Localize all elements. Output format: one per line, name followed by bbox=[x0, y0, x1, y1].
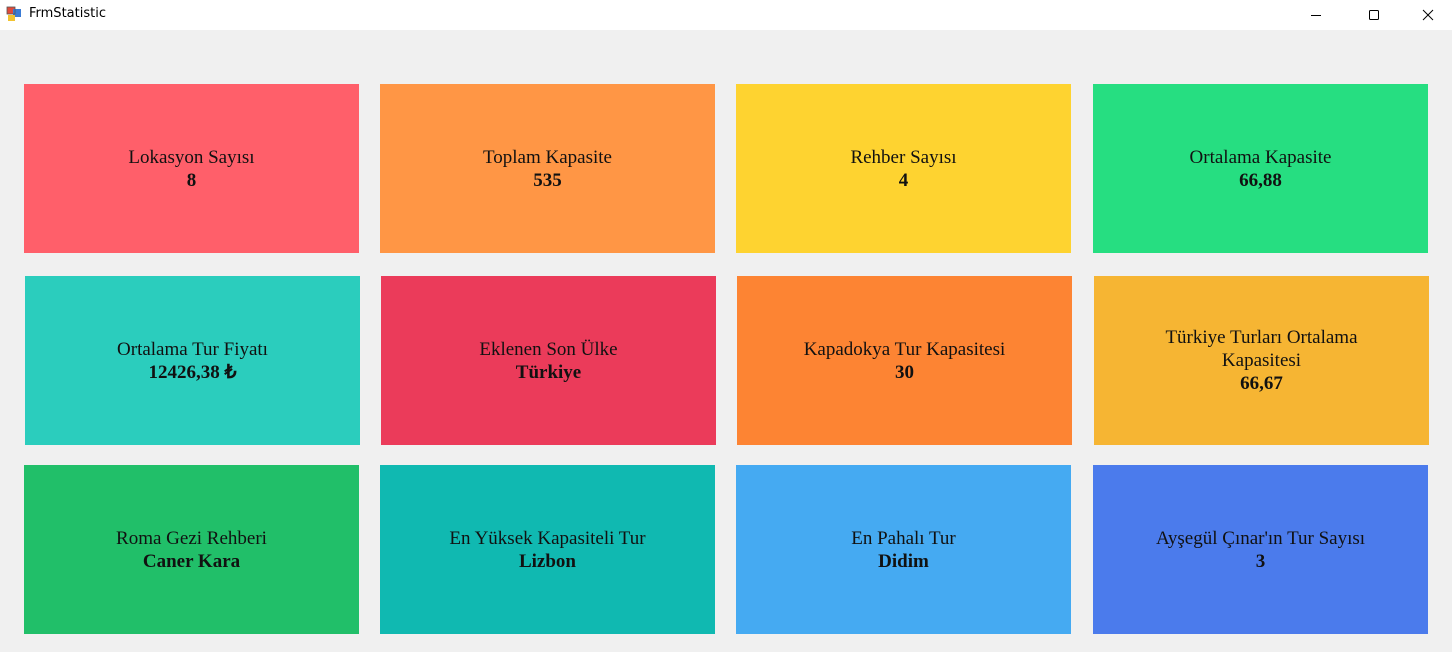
tile-value: 3 bbox=[1255, 550, 1266, 572]
tile-value: Caner Kara bbox=[142, 550, 241, 572]
tile-label: Ayşegül Çınar'ın Tur Sayısı bbox=[1155, 527, 1366, 549]
close-icon bbox=[1422, 9, 1433, 21]
tile-label: Ortalama Kapasite bbox=[1189, 146, 1332, 168]
app-icon bbox=[6, 6, 21, 21]
tile-value: 8 bbox=[186, 169, 197, 191]
tile-most-expensive-tour: En Pahalı Tur Didim bbox=[736, 465, 1071, 634]
tile-value: 4 bbox=[898, 169, 909, 191]
maximize-button[interactable] bbox=[1345, 0, 1403, 30]
tile-value: Lizbon bbox=[518, 550, 577, 572]
tile-total-capacity: Toplam Kapasite 535 bbox=[380, 84, 715, 253]
window-title: FrmStatistic bbox=[29, 6, 106, 21]
title-bar[interactable]: FrmStatistic bbox=[0, 0, 1452, 30]
tile-label: Rehber Sayısı bbox=[850, 146, 957, 168]
tile-value: 535 bbox=[533, 169, 562, 191]
tile-turkey-tours-average-capacity: Türkiye Turları Ortalama Kapasitesi 66,6… bbox=[1094, 276, 1429, 445]
tile-label: Eklenen Son Ülke bbox=[479, 338, 618, 360]
tile-value: 12426,38 ₺ bbox=[148, 361, 237, 383]
tile-average-tour-price: Ortalama Tur Fiyatı 12426,38 ₺ bbox=[25, 276, 360, 445]
tile-label: Kapadokya Tur Kapasitesi bbox=[803, 338, 1006, 360]
maximize-icon bbox=[1369, 10, 1379, 20]
tile-value: Didim bbox=[878, 550, 929, 572]
tile-rome-tour-guide: Roma Gezi Rehberi Caner Kara bbox=[24, 465, 359, 634]
tile-last-added-country: Eklenen Son Ülke Türkiye bbox=[381, 276, 716, 445]
tile-label: Lokasyon Sayısı bbox=[128, 146, 255, 168]
tile-label: Toplam Kapasite bbox=[483, 146, 612, 168]
tile-average-capacity: Ortalama Kapasite 66,88 bbox=[1093, 84, 1428, 253]
tile-label: En Yüksek Kapasiteli Tur bbox=[449, 527, 646, 549]
tile-guide-count: Rehber Sayısı 4 bbox=[736, 84, 1071, 253]
minimize-button[interactable] bbox=[1287, 0, 1345, 30]
tile-label: Ortalama Tur Fiyatı bbox=[117, 338, 268, 360]
tile-label: Türkiye Turları Ortalama Kapasitesi bbox=[1165, 327, 1358, 371]
tile-label: Roma Gezi Rehberi bbox=[116, 527, 267, 549]
close-button[interactable] bbox=[1403, 0, 1452, 30]
tile-location-count: Lokasyon Sayısı 8 bbox=[24, 84, 359, 253]
tile-value: Türkiye bbox=[515, 361, 582, 383]
tile-value: 66,88 bbox=[1239, 169, 1282, 191]
statistic-window: FrmStatistic Lokasyon Sayısı 8 Toplam Ka… bbox=[0, 0, 1452, 652]
tile-highest-capacity-tour: En Yüksek Kapasiteli Tur Lizbon bbox=[380, 465, 715, 634]
tile-value: 66,67 bbox=[1240, 373, 1283, 394]
tile-value: 30 bbox=[895, 361, 914, 383]
tile-aysegul-cinar-tour-count: Ayşegül Çınar'ın Tur Sayısı 3 bbox=[1093, 465, 1428, 634]
tile-cappadocia-capacity: Kapadokya Tur Kapasitesi 30 bbox=[737, 276, 1072, 445]
minimize-icon bbox=[1311, 15, 1321, 16]
tile-label: En Pahalı Tur bbox=[851, 527, 956, 549]
